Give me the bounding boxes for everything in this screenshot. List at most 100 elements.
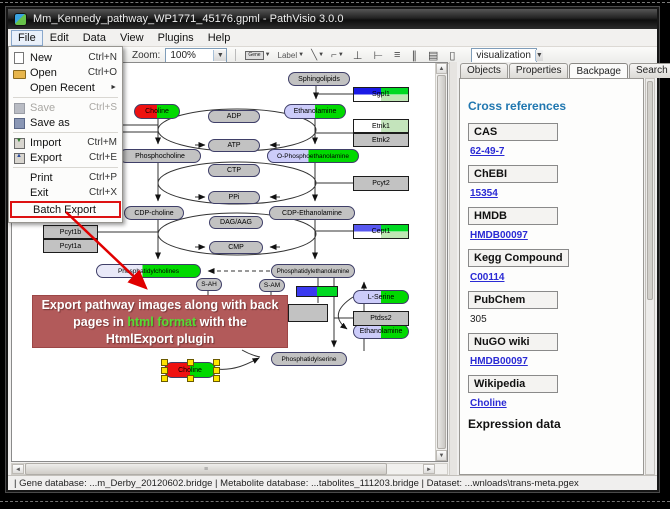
metabolite-node-s-am[interactable]: S-AM (259, 279, 285, 292)
chevron-down-icon[interactable]: ▼ (338, 52, 344, 58)
selection-handle[interactable] (213, 359, 220, 366)
xref-link-c00114[interactable]: C00114 (470, 272, 635, 283)
group-button[interactable]: ▯ (446, 49, 458, 62)
metabolite-node-phosphatidylserine[interactable]: Phosphatidylserine (271, 352, 347, 366)
node-label: L-Serine (368, 294, 394, 301)
file-menu-item-exit[interactable]: ExitCtrl+X (9, 185, 122, 200)
menu-item-shortcut: Ctrl+S (89, 102, 117, 113)
connector-tool-button[interactable]: ⌐ ▼ (330, 50, 345, 61)
scroll-left-icon[interactable]: ◄ (12, 464, 24, 474)
file-menu-item-open-recent[interactable]: Open Recent► (9, 80, 122, 95)
backpage-section-kegg-compound: Kegg CompoundC00114 (468, 249, 635, 283)
chevron-down-icon[interactable]: ▼ (265, 52, 271, 58)
line-tool-button[interactable]: ╲ ▼ (310, 50, 325, 61)
chevron-down-icon[interactable]: ▼ (213, 50, 226, 61)
file-menu-item-import[interactable]: ImportCtrl+M (9, 135, 122, 150)
gene-node-pcyt1a[interactable]: Pcyt1a (43, 239, 98, 253)
chevron-down-icon[interactable]: ▼ (318, 52, 324, 58)
xref-link-15354[interactable]: 15354 (470, 188, 635, 199)
backpage-section-wikipedia: WikipediaCholine (468, 375, 635, 409)
panel-vertical-scrollbar[interactable] (645, 78, 655, 475)
menu-item-label: Exit (30, 187, 83, 199)
metabolite-node-atp[interactable]: ATP (208, 139, 260, 152)
gene-node-sgpl1[interactable]: Sgpl1 (353, 87, 409, 102)
metabolite-node-cdp-ethanolamine[interactable]: CDP-Ethanolamine (269, 206, 355, 220)
metabolite-node-ethanolamine[interactable]: Ethanolamine (353, 324, 409, 339)
menu-view[interactable]: View (113, 30, 151, 46)
metabolite-node-adp[interactable]: ADP (208, 110, 260, 123)
metabolite-node-dag-aag[interactable]: DAG/AAG (209, 216, 263, 229)
gene-node-cept1[interactable]: Cept1 (353, 224, 409, 239)
gene-node-pcyt1b[interactable]: Pcyt1b (43, 225, 98, 239)
metabolite-node-ctp[interactable]: CTP (208, 164, 260, 177)
file-menu-item-export[interactable]: ExportCtrl+E (9, 150, 122, 165)
gene-tool-button[interactable]: Gene ▼ (244, 51, 271, 60)
chevron-down-icon[interactable]: ▼ (535, 50, 543, 61)
node-label: Choline (178, 367, 202, 374)
visualization-combobox[interactable]: visualization ▼ (471, 48, 537, 63)
scroll-up-icon[interactable]: ▲ (436, 63, 447, 74)
selection-handle[interactable] (213, 367, 220, 374)
scroll-down-icon[interactable]: ▼ (436, 450, 447, 461)
gene-box-partial-top[interactable] (296, 286, 338, 297)
menu-edit[interactable]: Edit (43, 30, 76, 46)
menu-plugins[interactable]: Plugins (151, 30, 201, 46)
xref-link-62-49-7[interactable]: 62-49-7 (470, 146, 635, 157)
file-menu-item-print[interactable]: PrintCtrl+P (9, 170, 122, 185)
xref-link-hmdb00097[interactable]: HMDB00097 (470, 356, 635, 367)
selection-handle[interactable] (161, 367, 168, 374)
metabolite-node-phosphatidylethanolamine[interactable]: Phosphatidylethanolamine (271, 264, 355, 278)
menu-item-shortcut: Ctrl+E (89, 152, 117, 163)
metabolite-node-ethanolamine[interactable]: Ethanolamine (284, 104, 346, 119)
metabolite-node-phosphatidylcholines[interactable]: Phosphatidylcholines (96, 264, 201, 278)
chevron-down-icon[interactable]: ▼ (298, 52, 304, 58)
panel-scroll-thumb[interactable] (647, 81, 653, 300)
file-menu-item-save-as[interactable]: Save as (9, 115, 122, 130)
selection-handle[interactable] (187, 359, 194, 366)
title-bar[interactable]: Mm_Kennedy_pathway_WP1771_45176.gpml - P… (8, 9, 657, 29)
gene-node-etnk2[interactable]: Etnk2 (353, 133, 409, 147)
tab-search[interactable]: Search (629, 63, 670, 78)
distribute-vertical-button[interactable]: ∥ (408, 49, 420, 62)
selection-handle[interactable] (213, 375, 220, 382)
gene-node-pcyt2[interactable]: Pcyt2 (353, 176, 409, 191)
metabolite-node-sphingolipids[interactable]: Sphingolipids (288, 72, 350, 86)
canvas-horizontal-scrollbar[interactable]: ◄ ≡ ► (11, 463, 448, 475)
align-center-button[interactable]: ⊥ (350, 49, 366, 62)
tab-backpage[interactable]: Backpage (569, 63, 627, 79)
tab-objects[interactable]: Objects (460, 63, 508, 78)
selection-handle[interactable] (161, 359, 168, 366)
align-middle-button[interactable]: ⊢ (370, 49, 386, 62)
gene-node-ptdss2[interactable]: Ptdss2 (353, 311, 409, 326)
horizontal-scroll-thumb[interactable]: ≡ (25, 463, 387, 475)
menu-file[interactable]: File (11, 30, 43, 46)
metabolite-node-cdp-choline[interactable]: CDP-choline (124, 206, 184, 220)
metabolite-node-cmp[interactable]: CMP (209, 241, 263, 254)
file-menu-item-new[interactable]: NewCtrl+N (9, 50, 122, 65)
label-tool-button[interactable]: Label ▼ (277, 51, 306, 60)
metabolite-node-choline[interactable]: Choline (134, 104, 180, 119)
scroll-right-icon[interactable]: ► (423, 464, 435, 474)
metabolite-node-o-phosphoethanolamine[interactable]: O-Phosphoethanolamine (267, 149, 359, 163)
metabolite-node-ppi[interactable]: PPi (208, 191, 260, 204)
menu-help[interactable]: Help (201, 30, 238, 46)
zoom-combobox[interactable]: 100% ▼ (165, 48, 227, 63)
file-menu-item-open[interactable]: OpenCtrl+O (9, 65, 122, 80)
file-menu-item-batch-export[interactable]: Batch Export (10, 201, 121, 218)
vertical-scroll-thumb[interactable] (437, 75, 446, 449)
side-panel-tabs: ObjectsPropertiesBackpageSearchLegend (457, 62, 655, 78)
selection-handle[interactable] (187, 375, 194, 382)
selection-handle[interactable] (161, 375, 168, 382)
metabolite-node-l-serine[interactable]: L-Serine (353, 290, 409, 304)
metabolite-node-phosphocholine[interactable]: Phosphocholine (119, 149, 201, 163)
tab-properties[interactable]: Properties (509, 63, 569, 78)
distribute-horizontal-button[interactable]: ≡ (391, 49, 403, 61)
canvas-vertical-scrollbar[interactable]: ▲ ▼ (435, 63, 447, 461)
menu-data[interactable]: Data (76, 30, 113, 46)
xref-link-hmdb00097[interactable]: HMDB00097 (470, 230, 635, 241)
gene-box-partial-right[interactable] (288, 304, 328, 322)
xref-link-choline[interactable]: Choline (470, 398, 635, 409)
gene-node-etnk1[interactable]: Etnk1 (353, 119, 409, 133)
metabolite-node-s-ah[interactable]: S-AH (196, 278, 222, 291)
stack-button[interactable]: ▤ (425, 49, 441, 62)
